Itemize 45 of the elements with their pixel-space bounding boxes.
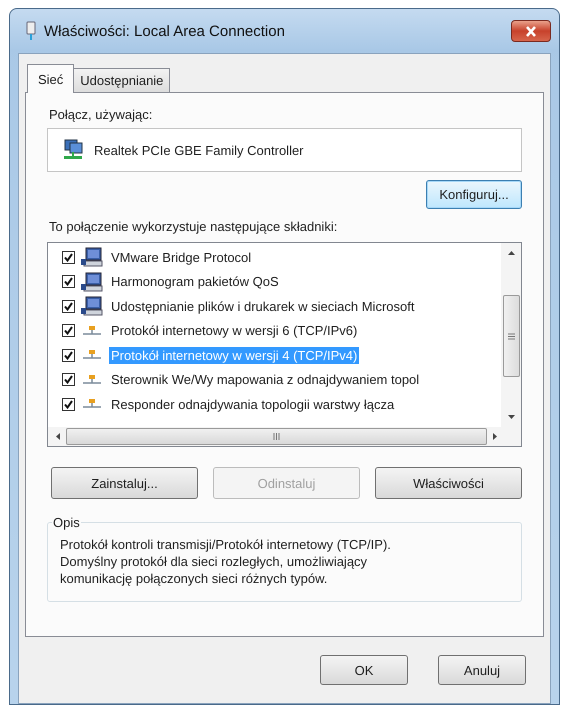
horizontal-scrollbar[interactable] (48, 427, 521, 446)
tab[interactable]: Sieć (27, 64, 74, 93)
scroll-left-icon[interactable] (56, 433, 60, 440)
component-item[interactable]: Protokół internetowy w wersji 6 (TCP/IPv6) (109, 322, 360, 340)
close-icon (525, 26, 537, 36)
network-protocol-icon (81, 324, 103, 337)
connect-using-label: Połącz, używając: (49, 107, 154, 122)
description-title: Opis (52, 515, 81, 530)
grip-icon[interactable] (508, 332, 514, 340)
adapter-field: Realtek PCIe GBE Family Controller (47, 128, 522, 172)
checkbox[interactable] (62, 250, 75, 264)
network-protocol-icon (81, 374, 103, 386)
checkbox[interactable] (62, 300, 75, 313)
grip-icon[interactable] (273, 433, 280, 440)
checkbox[interactable] (62, 398, 75, 411)
description-text: Protokół kontroli transmisji/Protokół internetowy (TCP/IP). Domyślny protokół dla sieci rozległych, umożliwiający komunikację połączonych sieci różnych typów. (60, 536, 392, 587)
close-button[interactable] (511, 20, 551, 42)
checkbox[interactable] (62, 275, 75, 288)
dialog-button[interactable]: OK (320, 655, 408, 685)
scroll-up-icon[interactable] (508, 251, 514, 255)
dialog-button[interactable]: Anuluj (438, 655, 526, 685)
checkbox[interactable] (62, 373, 75, 386)
computer-icon (81, 272, 103, 292)
configure-button[interactable]: Konfiguruj... (426, 180, 522, 209)
component-item[interactable]: Udostępnianie plików i drukarek w sieciach Microsoft (109, 298, 416, 315)
components-label: To połączenie wykorzystuje następujące składniki: (49, 219, 338, 234)
window-title: Właściwości: Local Area Connection (44, 22, 286, 40)
scroll-down-icon[interactable] (508, 415, 514, 419)
component-action-button[interactable]: Właściwości (375, 467, 522, 499)
checkbox[interactable] (62, 348, 75, 362)
network-adapter-icon (62, 139, 84, 161)
component-item[interactable]: Harmonogram pakietów QoS (109, 273, 281, 290)
checkbox[interactable] (62, 324, 75, 338)
component-action-button[interactable]: Zainstaluj... (51, 467, 198, 499)
computer-icon (81, 296, 103, 316)
component-item[interactable]: Responder odnajdywania topologii warstwy łącza (109, 396, 396, 413)
computer-icon (81, 247, 103, 268)
component-item[interactable]: VMware Bridge Protocol (109, 248, 254, 266)
scroll-right-icon[interactable] (493, 433, 497, 440)
network-plug-icon (26, 21, 36, 41)
component-item[interactable]: Sterownik We/Wy mapowania z odnajdywaniem topol (109, 371, 422, 388)
network-protocol-icon (81, 398, 103, 410)
network-protocol-icon (81, 349, 103, 362)
vertical-scrollbar[interactable] (501, 243, 521, 427)
tab[interactable]: Udostępnianie (73, 68, 170, 92)
